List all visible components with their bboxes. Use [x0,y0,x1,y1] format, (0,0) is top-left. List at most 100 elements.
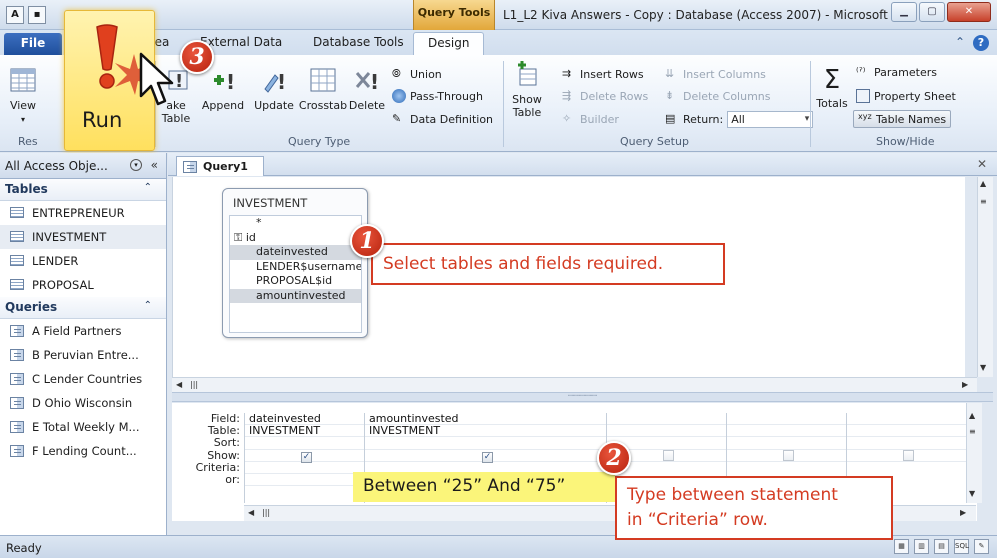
property-sheet-button[interactable]: Property Sheet [856,87,956,105]
cell-sort-5[interactable] [847,437,966,450]
nav-query-f[interactable]: F Lending Count... [0,439,166,463]
cell-or-1[interactable] [245,474,364,487]
pivottable-view-icon[interactable]: ▥ [914,539,929,554]
scroll-thumb-icon[interactable]: ≡ [980,197,987,206]
minimize-button[interactable]: ▁ [891,2,917,22]
datasheet-view-icon[interactable]: ▦ [894,539,909,554]
crosstab-button[interactable]: Crosstab [298,65,348,112]
show-table-button[interactable]: Show Table [507,59,547,119]
cell-sort-4[interactable] [727,437,846,450]
close-document-icon[interactable]: ✕ [977,157,987,171]
nav-query-c[interactable]: C Lender Countries [0,367,166,391]
nav-table-entrepreneur[interactable]: ENTREPRENEUR [0,201,166,225]
parameters-button[interactable]: ⁽ˀ⁾ Parameters [856,63,937,81]
delete-columns-icon: ⇟ [665,89,675,102]
investment-table-box[interactable]: INVESTMENT * ⚿ id dateinvested LENDER$us… [222,188,368,338]
collapse-section-icon[interactable]: ⌃ [144,182,152,193]
nav-table-investment[interactable]: INVESTMENT [0,225,166,249]
show-checkbox-5[interactable] [903,449,914,461]
show-checkbox-4[interactable] [783,449,794,461]
nav-header[interactable]: All Access Obje... ▾ « [0,153,166,179]
scroll-thumb-icon[interactable]: ||| [262,508,270,517]
cell-show-2[interactable]: ✓ [365,450,606,463]
scroll-left-icon[interactable]: ◀ [176,380,182,389]
cell-sort-1[interactable] [245,437,364,450]
scroll-up-icon[interactable]: ▲ [980,179,986,188]
scroll-right-icon[interactable]: ▶ [960,508,966,517]
return-dropdown[interactable]: All [727,110,814,128]
nav-query-a[interactable]: A Field Partners [0,319,166,343]
scroll-thumb-icon[interactable]: ≡ [969,427,976,436]
insert-columns-button[interactable]: ⇊ Insert Columns [665,65,766,83]
cell-table-1[interactable]: INVESTMENT [245,424,364,438]
nav-table-proposal[interactable]: PROPOSAL [0,273,166,297]
field-amountinvested[interactable]: amountinvested [230,288,361,303]
help-icon[interactable]: ? [973,35,989,51]
table-names-button[interactable]: xyz Table Names [853,110,952,128]
grid-vertical-scrollbar[interactable]: ▲ ≡ ▼ [966,403,982,503]
show-checkbox-1[interactable]: ✓ [301,451,312,463]
scroll-right-icon[interactable]: ▶ [962,380,968,389]
update-button[interactable]: ! Update [251,65,297,112]
insert-rows-button[interactable]: ⇉ Insert Rows [562,65,644,83]
pane-splitter[interactable]: ┈┈┈┈┈┈ [172,392,993,402]
view-button[interactable]: View ▾ [0,65,46,125]
scroll-thumb-icon[interactable]: ||| [190,380,198,389]
tab-external-data[interactable]: External Data [200,35,282,49]
field-lender-username[interactable]: LENDER$username [230,260,361,275]
nav-section-tables[interactable]: Tables ⌃ [0,179,166,201]
nav-dropdown-icon[interactable]: ▾ [130,159,142,171]
close-button[interactable]: ✕ [947,2,991,22]
delete-query-button[interactable]: ! Delete [346,65,388,112]
nav-table-lender[interactable]: LENDER [0,249,166,273]
save-icon[interactable]: ▪ [28,6,46,24]
tab-design[interactable]: Design [413,32,485,55]
nav-query-b[interactable]: B Peruvian Entre... [0,343,166,367]
collapse-section-icon[interactable]: ⌃ [144,300,152,311]
field-proposal-id[interactable]: PROPOSAL$id [230,274,361,289]
tab-query1[interactable]: Query1 [176,156,264,176]
cell-table-2[interactable]: INVESTMENT [365,424,606,438]
maximize-button[interactable]: ▢ [919,2,945,22]
union-button[interactable]: ⦾ Union [392,65,442,83]
cell-field-3[interactable] [607,413,726,426]
sql-view-icon[interactable]: SQL [954,539,969,554]
pass-through-button[interactable]: Pass-Through [392,87,483,105]
access-logo-icon[interactable]: A [6,6,24,24]
show-checkbox-3[interactable] [663,449,674,461]
cell-field-4[interactable] [727,413,846,426]
totals-button[interactable]: Σ Totals [812,65,852,110]
cell-show-1[interactable]: ✓ [245,450,364,463]
cell-sort-2[interactable] [365,437,606,450]
mouse-cursor-icon [139,52,174,106]
scroll-down-icon[interactable]: ▼ [980,363,986,372]
collapse-pane-icon[interactable]: « [151,158,158,172]
field-dateinvested[interactable]: dateinvested [230,245,361,260]
delete-columns-button[interactable]: ⇟ Delete Columns [665,87,771,105]
pivotchart-view-icon[interactable]: ▤ [934,539,949,554]
nav-query-e[interactable]: E Total Weekly M... [0,415,166,439]
tab-database-tools[interactable]: Database Tools [313,35,404,49]
builder-button[interactable]: ✧ Builder [562,110,619,128]
field-all[interactable]: * [230,216,361,231]
nav-section-queries[interactable]: Queries ⌃ [0,297,166,319]
tab-file[interactable]: File [4,33,62,55]
cell-show-5[interactable] [847,449,966,462]
field-id[interactable]: ⚿ id [230,231,361,246]
cell-table-3[interactable] [607,425,726,438]
design-view-icon[interactable]: ✎ [974,539,989,554]
scroll-down-icon[interactable]: ▼ [969,489,975,498]
minimize-ribbon-icon[interactable]: ⌃ [955,35,965,51]
show-checkbox-2[interactable]: ✓ [482,451,493,463]
cell-field-5[interactable] [847,413,966,426]
nav-query-d[interactable]: D Ohio Wisconsin [0,391,166,415]
cell-show-4[interactable] [727,449,846,462]
scroll-up-icon[interactable]: ▲ [969,411,975,420]
upper-vertical-scrollbar[interactable]: ▲ ≡ ▼ [977,177,993,377]
cell-table-5[interactable] [847,425,966,438]
scroll-left-icon[interactable]: ◀ [248,508,254,517]
cell-criteria-1[interactable] [245,462,364,474]
cell-table-4[interactable] [727,425,846,438]
delete-rows-button[interactable]: ⇶ Delete Rows [562,87,648,105]
data-definition-button[interactable]: ✎ Data Definition [392,110,493,128]
